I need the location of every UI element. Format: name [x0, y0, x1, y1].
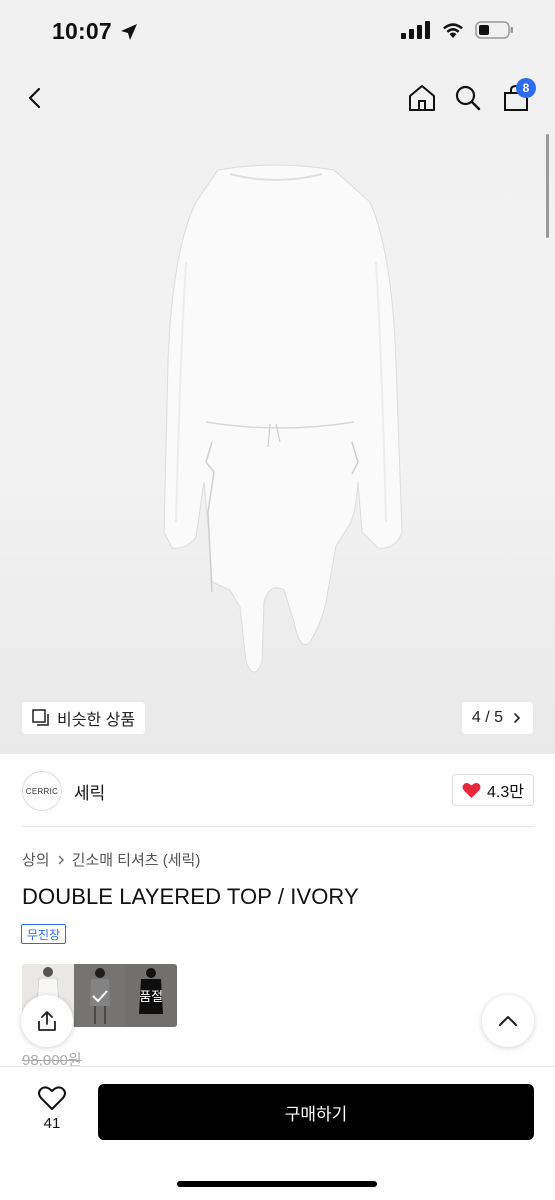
buy-button[interactable]: 구매하기 [98, 1084, 534, 1140]
brand-logo[interactable]: CERRIC [22, 771, 62, 811]
chevron-up-icon [499, 1016, 517, 1026]
home-indicator [177, 1181, 377, 1187]
brand-name[interactable]: 세릭 [74, 779, 105, 804]
location-arrow-icon [120, 23, 137, 40]
clock-text: 10:07 [52, 18, 112, 44]
sold-out-label: 품절 [139, 989, 164, 1004]
heart-filled-icon [462, 782, 481, 798]
chevron-right-icon [58, 855, 64, 864]
similar-items-icon [32, 709, 49, 726]
product-photo [163, 164, 403, 673]
brand-row[interactable]: CERRIC 세릭 4.3만 [22, 770, 534, 812]
battery-icon [475, 21, 513, 39]
checkmark-icon [91, 989, 108, 1002]
product-title: DOUBLE LAYERED TOP / IVORY [22, 884, 359, 909]
bottom-purchase-bar: 41 구매하기 [0, 1066, 555, 1200]
similar-products-label: 비슷한 상품 [57, 712, 136, 729]
image-counter-button[interactable]: 4 / 5 [461, 702, 533, 734]
status-time: 10:07 [52, 18, 138, 45]
product-image-gallery[interactable]: 8 비슷한 상품 4 / 5 [0, 62, 555, 754]
brand-logo-text: CERRIC [25, 786, 59, 796]
image-counter: 4 / 5 [471, 709, 503, 726]
cellular-signal-icon [401, 21, 430, 39]
selected-overlay [73, 964, 126, 1027]
divider [22, 826, 534, 827]
color-option-black[interactable]: 품절 [125, 964, 177, 1027]
scroll-to-top-button[interactable] [482, 995, 534, 1047]
similar-products-button[interactable]: 비슷한 상품 [22, 702, 146, 734]
breadcrumb-category[interactable]: 상의 [22, 849, 50, 870]
brand-like-count: 4.3만 [487, 784, 524, 801]
share-button[interactable] [21, 995, 73, 1047]
breadcrumb-subcategory[interactable]: 긴소매 티셔츠 (세릭) [72, 849, 201, 870]
brand-like-button[interactable]: 4.3만 [452, 774, 534, 806]
wishlist-count: 41 [43, 1115, 61, 1132]
heart-outline-icon [38, 1086, 66, 1110]
color-option-selected[interactable] [73, 964, 126, 1027]
chevron-right-icon [514, 713, 521, 723]
sold-out-overlay: 품절 [125, 964, 177, 1027]
wifi-icon [443, 23, 463, 38]
status-icons [401, 20, 515, 40]
badge-free-shipping: 무진장 [21, 924, 67, 944]
breadcrumb: 상의 긴소매 티셔츠 (세릭) [22, 849, 200, 870]
wishlist-button[interactable]: 41 [22, 1085, 82, 1145]
share-icon [38, 1011, 56, 1031]
status-bar: 10:07 [0, 0, 555, 62]
